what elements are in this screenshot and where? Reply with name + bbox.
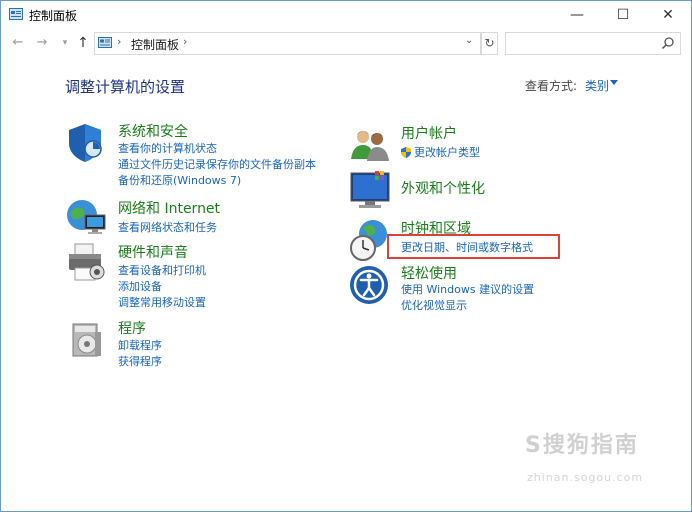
network-globe-icon[interactable] [65,197,109,241]
link-mobility-settings[interactable]: 调整常用移动设置 [118,294,206,310]
control-panel-icon [98,37,112,48]
link-windows-recommended-settings[interactable]: 使用 Windows 建议的设置 [401,281,534,297]
category-title[interactable]: 网络和 Internet [118,198,220,218]
view-by-label: 查看方式: [525,79,578,93]
appearance-monitor-icon[interactable] [349,167,393,211]
window-title: 控制面板 [29,9,78,23]
title-bar: 控制面板 — ☐ ✕ [1,1,691,29]
link-optimize-visual-display[interactable]: 优化视觉显示 [401,297,467,313]
breadcrumb-control-panel[interactable]: 控制面板 [131,36,179,53]
link-view-computer-status[interactable]: 查看你的计算机状态 [118,140,217,156]
ease-of-access-icon[interactable] [349,263,393,307]
sogou-watermark-url: zhinan.sogou.com [527,471,644,484]
printer-icon[interactable] [65,242,109,286]
breadcrumb-separator[interactable]: › [183,35,187,48]
sogou-watermark: S搜狗指南 [525,433,639,458]
search-box[interactable] [505,32,681,55]
breadcrumb-separator[interactable]: › [117,35,121,48]
category-title[interactable]: 轻松使用 [401,263,457,283]
category-title[interactable]: 系统和安全 [118,121,188,141]
category-title[interactable]: 外观和个性化 [401,178,485,198]
maximize-button[interactable]: ☐ [600,1,646,29]
link-change-account-type[interactable]: 更改帐户类型 [401,144,480,160]
link-devices-printers[interactable]: 查看设备和打印机 [118,262,206,278]
control-panel-window: 控制面板 — ☐ ✕ ← → ▾ ↑ › 控制面板 › ⌄ ↻ 调整计算机的设置… [0,0,692,512]
navigation-bar: ← → ▾ ↑ › 控制面板 › ⌄ ↻ [1,29,691,57]
link-backup-restore[interactable]: 备份和还原(Windows 7) [118,172,241,188]
uac-shield-icon [401,147,411,158]
security-shield-icon[interactable] [65,121,109,165]
category-title[interactable]: 硬件和声音 [118,242,188,262]
link-add-device[interactable]: 添加设备 [118,278,162,294]
programs-disc-icon[interactable] [65,318,109,362]
address-dropdown-chevron-icon[interactable]: ⌄ [465,35,473,46]
back-button[interactable]: ← [7,32,29,54]
minimize-button[interactable]: — [554,1,600,29]
link-get-programs[interactable]: 获得程序 [118,353,162,369]
category-title[interactable]: 用户帐户 [401,123,457,143]
close-button[interactable]: ✕ [645,1,691,29]
view-by-dropdown[interactable]: 类别 [585,77,609,94]
annotation-highlight-box [387,234,560,259]
link-uninstall-program[interactable]: 卸载程序 [118,337,162,353]
search-icon[interactable] [661,36,675,50]
up-button[interactable]: ↑ [72,32,94,54]
category-title[interactable]: 程序 [118,318,146,338]
link-network-status-tasks[interactable]: 查看网络状态和任务 [118,219,217,235]
link-file-history-backup[interactable]: 通过文件历史记录保存你的文件备份副本 [118,156,316,172]
link-change-account-type-label[interactable]: 更改帐户类型 [414,146,480,159]
refresh-button[interactable]: ↻ [481,32,498,55]
forward-button[interactable]: → [31,32,53,54]
address-bar[interactable]: › 控制面板 › ⌄ [94,32,481,55]
page-title: 调整计算机的设置 [65,78,186,96]
users-icon[interactable] [349,123,393,167]
chevron-down-icon[interactable] [610,80,618,85]
control-panel-icon [9,8,23,20]
